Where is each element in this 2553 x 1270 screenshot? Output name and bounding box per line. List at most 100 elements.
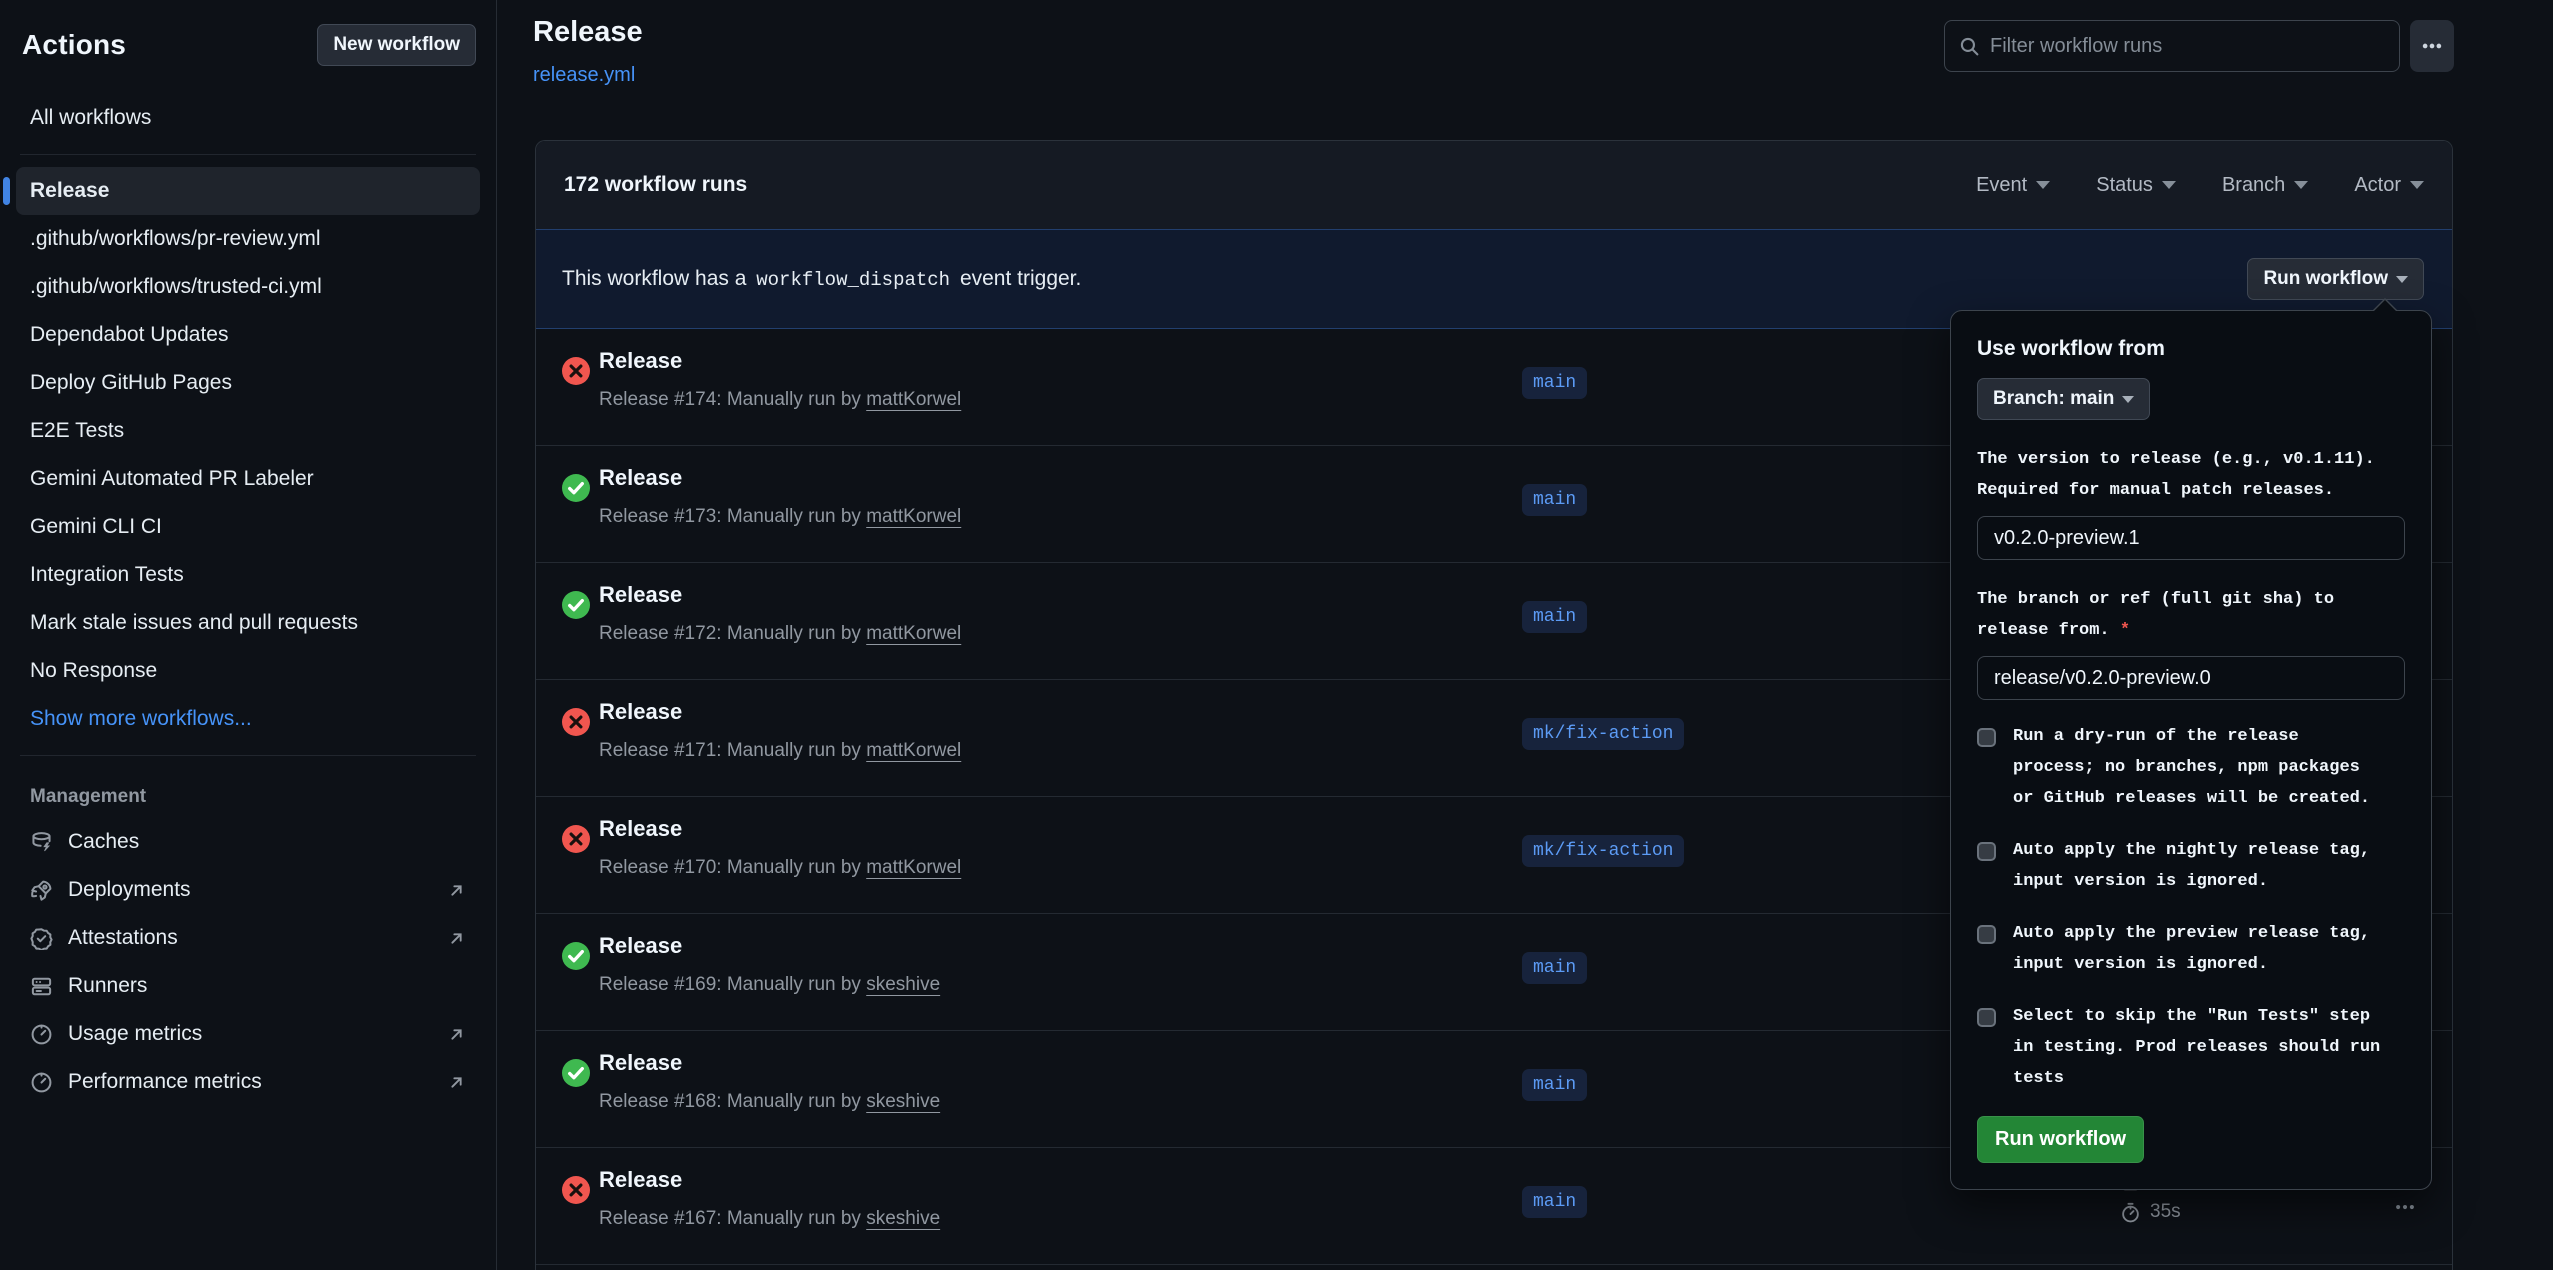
dry-run-checkbox[interactable]	[1977, 728, 1996, 747]
sidebar-item-release[interactable]: Release	[16, 167, 480, 215]
banner-suffix: event trigger.	[960, 267, 1081, 290]
sidebar-item-attestations[interactable]: Attestations	[16, 914, 480, 962]
sidebar-item-usage-metrics[interactable]: Usage metrics	[16, 1010, 480, 1058]
run-description: Release #170: Manually run by mattKorwel	[599, 857, 961, 879]
run-workflow-dropdown-button[interactable]: Run workflow	[2247, 258, 2424, 300]
branch-badge[interactable]: main	[1522, 484, 1587, 516]
arrow-up-right-icon	[447, 929, 466, 948]
filter-actor[interactable]: Actor	[2354, 174, 2424, 197]
branch-badge[interactable]: main	[1522, 1186, 1587, 1218]
run-title[interactable]: Release	[599, 582, 682, 608]
run-description: Release #171: Manually run by mattKorwel	[599, 740, 961, 762]
branch-selector-button[interactable]: Branch: main	[1977, 378, 2150, 420]
sidebar-item-performance-metrics[interactable]: Performance metrics	[16, 1058, 480, 1106]
run-title[interactable]: Release	[599, 348, 682, 374]
version-input[interactable]	[1977, 516, 2405, 560]
filter-event[interactable]: Event	[1976, 174, 2050, 197]
sidebar-item-integration-tests[interactable]: Integration Tests	[16, 551, 480, 599]
verified-icon	[30, 927, 53, 950]
sidebar-divider	[20, 154, 476, 155]
popup-heading: Use workflow from	[1977, 337, 2405, 361]
meter-icon	[30, 1071, 53, 1094]
runs-count: 172 workflow runs	[564, 173, 747, 197]
chevron-down-icon	[2036, 181, 2050, 189]
sidebar-item-deploy-github-pages[interactable]: Deploy GitHub Pages	[16, 359, 480, 407]
version-input-label: The version to release (e.g., v0.1.11). …	[1977, 444, 2405, 506]
branch-badge[interactable]: mk/fix-action	[1522, 718, 1684, 750]
run-title[interactable]: Release	[599, 1167, 682, 1193]
actions-sidebar: Actions New workflow All workflows Relea…	[0, 0, 497, 1270]
sidebar-item-pr-review[interactable]: .github/workflows/pr-review.yml	[16, 215, 480, 263]
actor-link[interactable]: mattKorwel	[866, 389, 961, 410]
arrow-up-right-icon	[447, 1025, 466, 1044]
arrow-up-right-icon	[447, 881, 466, 900]
branch-badge[interactable]: main	[1522, 367, 1587, 399]
run-description: Release #168: Manually run by skeshive	[599, 1091, 940, 1113]
sidebar-item-caches[interactable]: Caches	[16, 818, 480, 866]
filter-branch[interactable]: Branch	[2222, 174, 2308, 197]
arrow-up-right-icon	[447, 1073, 466, 1092]
management-header: Management	[16, 768, 480, 818]
actor-link[interactable]: skeshive	[866, 1208, 940, 1229]
run-workflow-submit-button[interactable]: Run workflow	[1977, 1116, 2144, 1163]
chevron-down-icon	[2162, 181, 2176, 189]
sidebar-item-e2e-tests[interactable]: E2E Tests	[16, 407, 480, 455]
actor-link[interactable]: mattKorwel	[866, 623, 961, 644]
stopwatch-icon	[2120, 1202, 2141, 1223]
banner-prefix: This workflow has a	[562, 267, 746, 290]
failure-icon	[562, 825, 590, 853]
show-more-workflows-link[interactable]: Show more workflows...	[16, 695, 480, 743]
run-options-button[interactable]	[2388, 1190, 2422, 1224]
actor-link[interactable]: mattKorwel	[866, 857, 961, 878]
sidebar-item-gemini-automated-pr-labeler[interactable]: Gemini Automated PR Labeler	[16, 455, 480, 503]
success-icon	[562, 591, 590, 619]
actor-link[interactable]: mattKorwel	[866, 506, 961, 527]
run-title[interactable]: Release	[599, 465, 682, 491]
sidebar-item-all-workflows[interactable]: All workflows	[16, 94, 480, 142]
search-icon	[1959, 36, 1980, 57]
chevron-down-icon	[2410, 181, 2424, 189]
run-description: Release #167: Manually run by skeshive	[599, 1208, 940, 1230]
run-title[interactable]: Release	[599, 699, 682, 725]
ref-input-label: The branch or ref (full git sha) to rele…	[1977, 584, 2405, 646]
actor-link[interactable]: skeshive	[866, 974, 940, 995]
new-workflow-button[interactable]: New workflow	[317, 24, 476, 66]
failure-icon	[562, 708, 590, 736]
sidebar-title: Actions	[22, 29, 126, 61]
sidebar-item-deployments[interactable]: Deployments	[16, 866, 480, 914]
run-description: Release #174: Manually run by mattKorwel	[599, 389, 961, 411]
sidebar-item-gemini-cli-ci[interactable]: Gemini CLI CI	[16, 503, 480, 551]
run-description: Release #169: Manually run by skeshive	[599, 974, 940, 996]
actor-link[interactable]: mattKorwel	[866, 740, 961, 761]
runs-header-band: 172 workflow runs Event Status Branch Ac…	[536, 141, 2452, 229]
branch-badge[interactable]: main	[1522, 952, 1587, 984]
sidebar-item-dependabot-updates[interactable]: Dependabot Updates	[16, 311, 480, 359]
cache-icon	[30, 831, 53, 854]
sidebar-item-mark-stale[interactable]: Mark stale issues and pull requests	[16, 599, 480, 647]
success-icon	[562, 1059, 590, 1087]
branch-badge[interactable]: main	[1522, 1069, 1587, 1101]
run-title[interactable]: Release	[599, 1050, 682, 1076]
filter-status[interactable]: Status	[2096, 174, 2176, 197]
dry-run-option: Run a dry-run of the release process; no…	[1977, 721, 2405, 814]
skip-tests-checkbox[interactable]	[1977, 1008, 1996, 1027]
banner-code: workflow_dispatch	[752, 269, 954, 291]
ref-input[interactable]	[1977, 656, 2405, 700]
preview-tag-checkbox[interactable]	[1977, 925, 1996, 944]
sidebar-item-trusted-ci[interactable]: .github/workflows/trusted-ci.yml	[16, 263, 480, 311]
branch-badge[interactable]: main	[1522, 601, 1587, 633]
actor-link[interactable]: skeshive	[866, 1091, 940, 1112]
sidebar-item-runners[interactable]: Runners	[16, 962, 480, 1010]
run-description: Release #172: Manually run by mattKorwel	[599, 623, 961, 645]
sidebar-item-no-response[interactable]: No Response	[16, 647, 480, 695]
filter-runs-search[interactable]	[1944, 20, 2400, 72]
workflow-options-button[interactable]	[2410, 20, 2454, 72]
run-title[interactable]: Release	[599, 933, 682, 959]
chevron-down-icon	[2122, 396, 2134, 403]
search-input[interactable]	[1990, 35, 2385, 58]
branch-badge[interactable]: mk/fix-action	[1522, 835, 1684, 867]
run-title[interactable]: Release	[599, 816, 682, 842]
nightly-tag-checkbox[interactable]	[1977, 842, 1996, 861]
workflow-file-link[interactable]: release.yml	[533, 64, 635, 87]
server-icon	[30, 975, 53, 998]
